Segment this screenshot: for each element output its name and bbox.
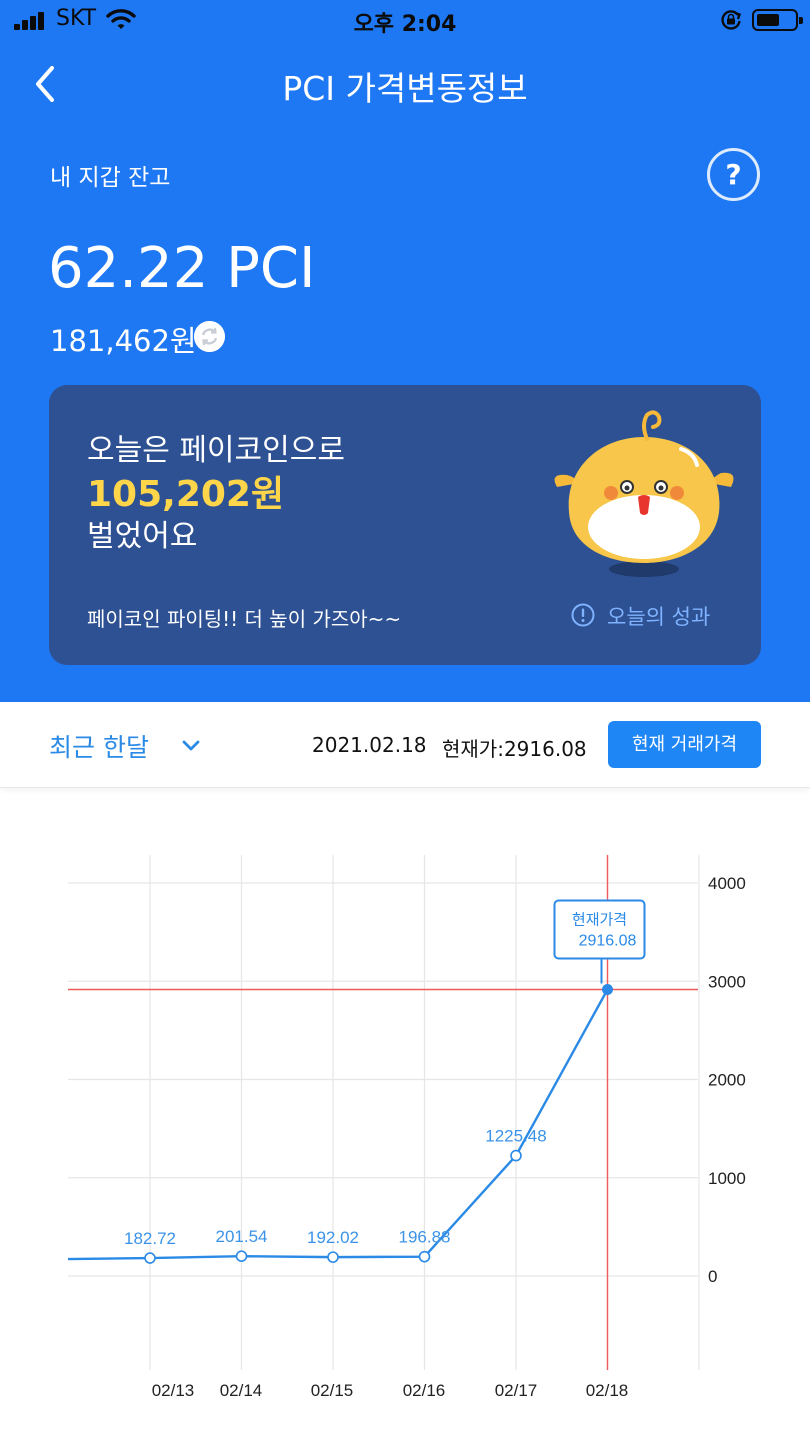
data-points: [144, 983, 613, 1264]
page-title: PCI 가격변동정보: [282, 69, 528, 108]
data-label: 182.72: [124, 1229, 176, 1248]
status-bar: SKT 오후 2:04: [0, 0, 810, 40]
y-axis-ticks: 0 1000 2000 3000 4000: [708, 874, 746, 1286]
info-icon: [571, 603, 595, 627]
y-tick-label: 4000: [708, 874, 746, 893]
data-point-current: [602, 983, 613, 995]
refresh-icon[interactable]: [194, 321, 225, 352]
today-performance-label: 오늘의 성과: [607, 605, 711, 629]
wallet-balance-label: 내 지갑 잔고: [50, 165, 171, 191]
tooltip-label: 현재가격: [572, 910, 627, 928]
data-label: 201.54: [216, 1227, 268, 1246]
x-tick-label: 02/15: [311, 1381, 354, 1400]
x-tick-label: 02/16: [403, 1381, 446, 1400]
earnings-line-3: 벌었어요: [87, 519, 198, 554]
rotation-lock-icon: [721, 10, 742, 30]
mascot-illustration: [554, 410, 734, 577]
series-line: [67, 988, 609, 1261]
earnings-card: 오늘은 페이코인으로 105,202원 벌었어요 페이코인 파이팅!! 더 높이…: [49, 385, 761, 665]
x-tick-label: 02/18: [586, 1381, 629, 1400]
data-labels: 182.72 201.54 192.02 196.88 1225.48: [124, 1127, 547, 1248]
x-tick-label: 02/14: [220, 1381, 263, 1400]
data-point: [327, 1251, 339, 1263]
current-trade-price-button[interactable]: 현재 거래가격: [608, 721, 761, 768]
data-label: 196.88: [399, 1228, 451, 1247]
selected-date: 2021.02.18: [312, 733, 427, 757]
data-point: [235, 1250, 248, 1262]
filter-bar: 최근 한달 2021.02.18 현재가:2916.08 현재 거래가격: [0, 702, 810, 788]
x-tick-label: 02/17: [495, 1381, 538, 1400]
data-label: 192.02: [307, 1228, 359, 1247]
price-tooltip: 현재가격 2916.08: [553, 899, 646, 984]
y-tick-label: 1000: [708, 1169, 746, 1188]
chevron-down-icon[interactable]: [180, 736, 202, 756]
period-select[interactable]: 최근 한달: [49, 728, 149, 764]
data-point: [144, 1252, 156, 1264]
current-price: 현재가:2916.08: [442, 737, 587, 761]
krw-balance: 181,462원: [50, 324, 197, 358]
pci-balance: 62.22 PCI: [48, 236, 316, 301]
tooltip-box: [553, 899, 646, 960]
earnings-line-1: 오늘은 페이코인으로: [87, 433, 345, 468]
data-point: [418, 1250, 431, 1263]
status-time: 오후 2:04: [353, 12, 457, 37]
cheer-message: 페이코인 파이팅!! 더 높이 가즈아~~: [87, 607, 402, 631]
help-button[interactable]: ?: [707, 148, 760, 201]
earnings-amount: 105,202원: [87, 474, 285, 515]
battery-icon: [752, 9, 803, 31]
y-tick-label: 0: [708, 1267, 717, 1286]
tooltip-value: 2916.08: [579, 932, 637, 949]
data-point: [510, 1149, 522, 1162]
header-panel: SKT 오후 2:04 PCI 가격변동정보 내 지갑 잔고 ? 62.22 P…: [0, 0, 810, 702]
x-tick-label: 02/13: [152, 1381, 195, 1400]
price-chart[interactable]: 01000200030004000 02/13 02/14 02/15 02/16 02…: [0, 790, 810, 1440]
data-label: 1225.48: [485, 1127, 546, 1146]
y-tick-label: 3000: [708, 972, 746, 991]
x-axis-ticks: 02/13 02/14 02/15 02/16 02/17 02/18: [152, 1381, 629, 1400]
y-tick-label: 2000: [708, 1071, 746, 1090]
